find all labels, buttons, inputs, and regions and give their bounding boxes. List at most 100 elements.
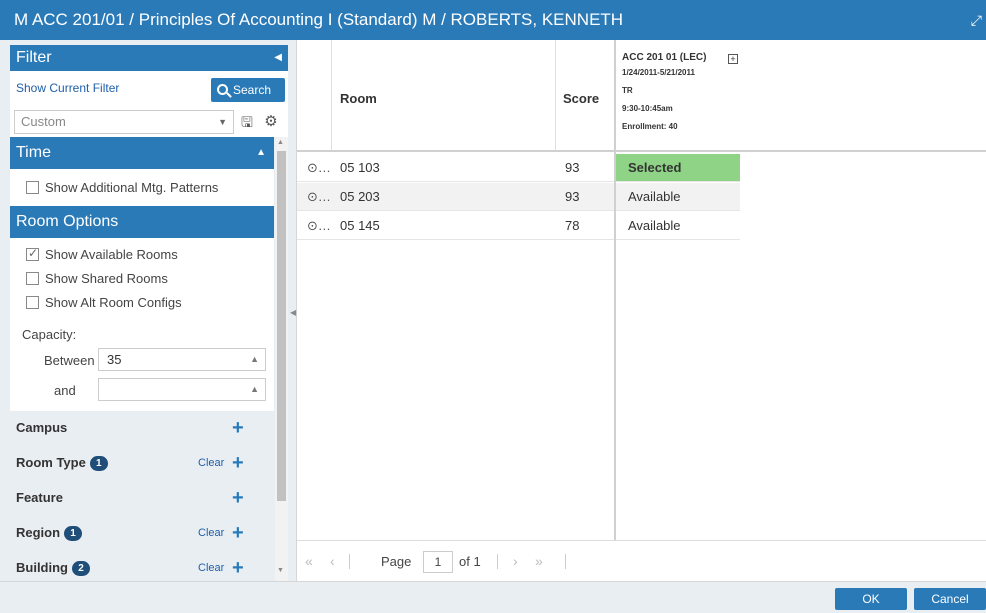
time-section-header[interactable]: Time ▲ xyxy=(10,137,274,169)
capacity-max-input[interactable]: ▲ xyxy=(98,378,266,401)
section-enrollment: Enrollment: 40 xyxy=(622,122,678,131)
add-icon[interactable]: + xyxy=(232,516,244,550)
status-cell[interactable]: Available xyxy=(616,212,740,240)
checkbox-box[interactable] xyxy=(26,296,39,309)
count-badge: 2 xyxy=(72,561,90,576)
capacity-min-input[interactable]: 35 ▲ xyxy=(98,348,266,371)
checkbox-label: Show Shared Rooms xyxy=(45,271,168,286)
show-additional-patterns-checkbox[interactable]: Show Additional Mtg. Patterns xyxy=(26,180,218,195)
pager-separator xyxy=(497,554,498,569)
first-page-icon[interactable]: « xyxy=(305,553,313,569)
row-menu-icon[interactable]: ⊙… xyxy=(307,212,331,240)
pager-separator xyxy=(565,554,566,569)
search-button[interactable]: Search xyxy=(211,78,285,102)
room-cell: 05 103 xyxy=(340,160,380,175)
show-shared-rooms-checkbox[interactable]: Show Shared Rooms xyxy=(26,271,168,286)
column-divider xyxy=(555,40,556,150)
clear-link[interactable]: Clear xyxy=(198,551,224,581)
collapse-left-icon[interactable]: ◀ xyxy=(274,45,282,71)
clear-link[interactable]: Clear xyxy=(198,446,224,480)
section-column-divider xyxy=(614,40,616,540)
facet-label: Building xyxy=(16,560,68,575)
sidebar-scrollbar[interactable]: ▲ ▼ xyxy=(275,137,288,581)
scroll-up-icon[interactable]: ▲ xyxy=(277,139,284,146)
show-current-filter-link[interactable]: Show Current Filter xyxy=(16,81,119,95)
score-column-header[interactable]: Score xyxy=(563,91,599,106)
search-icon xyxy=(217,84,228,95)
add-icon[interactable]: + xyxy=(232,551,244,581)
panel-splitter[interactable]: ◀ xyxy=(288,40,297,581)
header-divider xyxy=(297,150,986,152)
filter-header[interactable]: Filter ◀ xyxy=(10,45,288,71)
table-row[interactable]: ⊙… 05 145 78 xyxy=(297,212,614,240)
dialog-footer: OK Cancel xyxy=(0,581,986,613)
prev-page-icon[interactable]: ‹ xyxy=(330,553,335,569)
scroll-down-icon[interactable]: ▼ xyxy=(277,567,284,574)
row-menu-icon[interactable]: ⊙… xyxy=(307,183,331,211)
show-available-rooms-checkbox[interactable]: Show Available Rooms xyxy=(26,246,178,262)
checkbox-label: Show Alt Room Configs xyxy=(45,295,182,310)
room-grid: Room Score ACC 201 01 (LEC) 1/24/2011-5/… xyxy=(297,40,986,540)
facet-room-type[interactable]: Room Type 1 Clear + xyxy=(10,446,274,480)
gear-icon[interactable]: ⚙ xyxy=(262,112,280,132)
facet-campus[interactable]: Campus + xyxy=(10,411,274,445)
spinner-icon[interactable]: ▲ xyxy=(250,349,259,370)
page-count-label: of 1 xyxy=(459,554,481,569)
table-row[interactable]: ⊙… 05 203 93 xyxy=(297,183,614,211)
checkbox-box[interactable] xyxy=(26,272,39,285)
search-button-label: Search xyxy=(233,83,272,97)
facet-label: Room Type xyxy=(16,455,86,470)
row-menu-icon[interactable]: ⊙… xyxy=(307,154,331,182)
score-cell: 78 xyxy=(565,218,580,233)
capacity-min-value: 35 xyxy=(107,352,122,367)
clear-link[interactable]: Clear xyxy=(198,516,224,550)
show-alt-room-configs-checkbox[interactable]: Show Alt Room Configs xyxy=(26,295,182,310)
filter-scroll-area: Time ▲ Show Additional Mtg. Patterns Roo… xyxy=(10,137,274,581)
status-cell-selected[interactable]: Selected xyxy=(616,154,740,182)
filter-title: Filter xyxy=(16,49,52,66)
window-title-bar: M ACC 201/01 / Principles Of Accounting … xyxy=(0,0,986,40)
ok-button[interactable]: OK xyxy=(835,588,907,610)
last-page-icon[interactable]: » xyxy=(535,553,543,569)
time-section-body: Show Additional Mtg. Patterns xyxy=(10,169,274,206)
spinner-icon[interactable]: ▲ xyxy=(250,379,259,400)
and-label: and xyxy=(54,383,76,398)
scrollbar-thumb[interactable] xyxy=(277,151,286,501)
column-divider xyxy=(331,40,332,150)
save-icon[interactable]: 🖫 xyxy=(238,112,256,132)
facet-building[interactable]: Building 2 Clear + xyxy=(10,551,274,581)
facet-feature[interactable]: Feature + xyxy=(10,481,274,515)
facet-label: Feature xyxy=(16,490,63,505)
page-number-input[interactable]: 1 xyxy=(423,551,453,573)
cancel-button[interactable]: Cancel xyxy=(914,588,986,610)
status-cell[interactable]: Available xyxy=(616,183,740,211)
section-column-header: ACC 201 01 (LEC) 1/24/2011-5/21/2011 TR … xyxy=(622,52,706,140)
room-cell: 05 145 xyxy=(340,218,380,233)
count-badge: 1 xyxy=(64,526,83,541)
pager-separator xyxy=(349,554,350,569)
room-options-title: Room Options xyxy=(16,213,119,230)
next-page-icon[interactable]: › xyxy=(513,553,518,569)
section-time: 9:30-10:45am xyxy=(622,104,673,113)
add-icon[interactable]: + xyxy=(232,481,244,515)
add-icon[interactable]: + xyxy=(232,411,244,445)
between-label: Between xyxy=(44,353,95,368)
section-name: ACC 201 01 (LEC) xyxy=(622,52,707,63)
add-icon[interactable]: + xyxy=(232,446,244,480)
page-label: Page xyxy=(381,554,412,569)
checkbox-box[interactable] xyxy=(26,246,39,261)
room-column-header[interactable]: Room xyxy=(340,91,377,106)
expand-section-icon[interactable]: + xyxy=(728,54,738,64)
facet-label: Region xyxy=(16,525,61,540)
filter-preset-select[interactable]: Custom ▼ xyxy=(14,110,234,134)
filter-controls: Show Current Filter Search Custom ▼ 🖫 ⚙ xyxy=(10,71,288,137)
capacity-label: Capacity: xyxy=(22,327,77,342)
checkbox-box[interactable] xyxy=(26,181,39,194)
room-options-header[interactable]: Room Options xyxy=(10,206,274,238)
room-options-body: Show Available Rooms Show Shared Rooms S… xyxy=(10,238,274,411)
table-row[interactable]: ⊙… 05 103 93 xyxy=(297,154,614,182)
collapse-arrow-icon[interactable]: ◀ xyxy=(290,308,296,317)
window-title: M ACC 201/01 / Principles Of Accounting … xyxy=(14,10,624,29)
facet-region[interactable]: Region 1 Clear + xyxy=(10,516,274,550)
expand-icon[interactable]: ⤢ xyxy=(971,0,982,40)
